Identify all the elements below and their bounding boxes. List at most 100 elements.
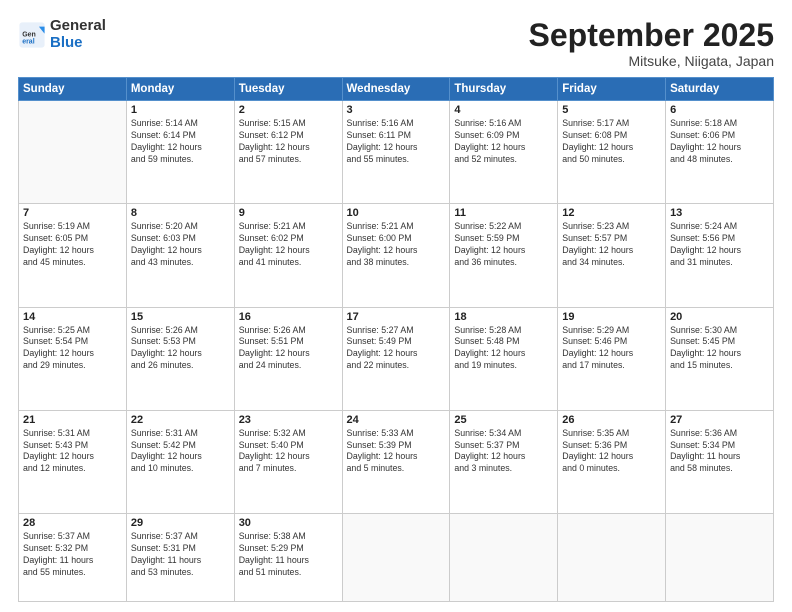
day-info: Sunrise: 5:18 AM Sunset: 6:06 PM Dayligh… — [670, 118, 769, 166]
day-info: Sunrise: 5:34 AM Sunset: 5:37 PM Dayligh… — [454, 428, 553, 476]
day-number: 16 — [239, 311, 338, 323]
logo-icon: Gen eral — [18, 21, 46, 49]
day-info: Sunrise: 5:38 AM Sunset: 5:29 PM Dayligh… — [239, 531, 338, 579]
week-row-5: 28 Sunrise: 5:37 AM Sunset: 5:32 PM Dayli… — [19, 513, 774, 601]
calendar-cell-w2-d5: 12Sunrise: 5:23 AM Sunset: 5:57 PM Dayli… — [558, 204, 666, 307]
header-saturday: Saturday — [666, 78, 774, 101]
day-number: 17 — [347, 311, 446, 323]
day-number: 5 — [562, 104, 661, 116]
day-info: Sunrise: 5:14 AM Sunset: 6:14 PM Dayligh… — [131, 118, 230, 166]
header-tuesday: Tuesday — [234, 78, 342, 101]
logo: Gen eral General Blue — [18, 18, 106, 51]
day-info: Sunrise: 5:15 AM Sunset: 6:12 PM Dayligh… — [239, 118, 338, 166]
day-info: Sunrise: 5:17 AM Sunset: 6:08 PM Dayligh… — [562, 118, 661, 166]
day-number: 6 — [670, 104, 769, 116]
calendar-cell-w1-d3: 3Sunrise: 5:16 AM Sunset: 6:11 PM Daylig… — [342, 101, 450, 204]
calendar-cell-w2-d4: 11 Sunrise: 5:22 AM Sunset: 5:59 PM Dayli… — [450, 204, 558, 307]
calendar-cell-w3-d6: 20 Sunrise: 5:30 AM Sunset: 5:45 PM Dayli… — [666, 307, 774, 410]
day-info: Sunrise: 5:35 AM Sunset: 5:36 PM Dayligh… — [562, 428, 661, 476]
month-title: September 2025 — [529, 18, 774, 53]
calendar-cell-w1-d0 — [19, 101, 127, 204]
calendar-cell-w4-d0: 21 Sunrise: 5:31 AM Sunset: 5:43 PM Dayli… — [19, 410, 127, 513]
day-number: 21 — [23, 414, 122, 426]
calendar-cell-w4-d2: 23 Sunrise: 5:32 AM Sunset: 5:40 PM Dayli… — [234, 410, 342, 513]
calendar-cell-w2-d3: 10Sunrise: 5:21 AM Sunset: 6:00 PM Dayli… — [342, 204, 450, 307]
calendar-cell-w3-d5: 19 Sunrise: 5:29 AM Sunset: 5:46 PM Dayli… — [558, 307, 666, 410]
day-number: 8 — [131, 207, 230, 219]
day-info: Sunrise: 5:25 AM Sunset: 5:54 PM Dayligh… — [23, 325, 122, 373]
calendar-cell-w5-d4 — [450, 513, 558, 601]
day-info: Sunrise: 5:37 AM Sunset: 5:31 PM Dayligh… — [131, 531, 230, 579]
week-row-2: 7Sunrise: 5:19 AM Sunset: 6:05 PM Daylig… — [19, 204, 774, 307]
day-info: Sunrise: 5:28 AM Sunset: 5:48 PM Dayligh… — [454, 325, 553, 373]
day-info: Sunrise: 5:29 AM Sunset: 5:46 PM Dayligh… — [562, 325, 661, 373]
header-friday: Friday — [558, 78, 666, 101]
day-info: Sunrise: 5:36 AM Sunset: 5:34 PM Dayligh… — [670, 428, 769, 476]
day-info: Sunrise: 5:16 AM Sunset: 6:11 PM Dayligh… — [347, 118, 446, 166]
day-info: Sunrise: 5:30 AM Sunset: 5:45 PM Dayligh… — [670, 325, 769, 373]
day-number: 23 — [239, 414, 338, 426]
day-info: Sunrise: 5:21 AM Sunset: 6:00 PM Dayligh… — [347, 221, 446, 269]
calendar-cell-w5-d2: 30 Sunrise: 5:38 AM Sunset: 5:29 PM Dayli… — [234, 513, 342, 601]
day-info: Sunrise: 5:23 AM Sunset: 5:57 PM Dayligh… — [562, 221, 661, 269]
day-number: 4 — [454, 104, 553, 116]
day-info: Sunrise: 5:22 AM Sunset: 5:59 PM Dayligh… — [454, 221, 553, 269]
calendar-cell-w1-d4: 4 Sunrise: 5:16 AM Sunset: 6:09 PM Daylig… — [450, 101, 558, 204]
calendar-cell-w3-d1: 15 Sunrise: 5:26 AM Sunset: 5:53 PM Dayli… — [126, 307, 234, 410]
calendar-cell-w5-d6 — [666, 513, 774, 601]
day-number: 30 — [239, 517, 338, 529]
day-number: 19 — [562, 311, 661, 323]
calendar-cell-w1-d1: 1 Sunrise: 5:14 AM Sunset: 6:14 PM Daylig… — [126, 101, 234, 204]
calendar-cell-w2-d0: 7Sunrise: 5:19 AM Sunset: 6:05 PM Daylig… — [19, 204, 127, 307]
day-number: 20 — [670, 311, 769, 323]
day-number: 11 — [454, 207, 553, 219]
calendar-cell-w3-d4: 18 Sunrise: 5:28 AM Sunset: 5:48 PM Dayli… — [450, 307, 558, 410]
calendar-cell-w4-d6: 27 Sunrise: 5:36 AM Sunset: 5:34 PM Dayli… — [666, 410, 774, 513]
logo-blue-text: Blue — [50, 35, 106, 52]
day-number: 22 — [131, 414, 230, 426]
day-number: 27 — [670, 414, 769, 426]
title-block: September 2025 Mitsuke, Niigata, Japan — [529, 18, 774, 69]
day-info: Sunrise: 5:20 AM Sunset: 6:03 PM Dayligh… — [131, 221, 230, 269]
day-info: Sunrise: 5:31 AM Sunset: 5:43 PM Dayligh… — [23, 428, 122, 476]
header-monday: Monday — [126, 78, 234, 101]
day-number: 25 — [454, 414, 553, 426]
day-info: Sunrise: 5:33 AM Sunset: 5:39 PM Dayligh… — [347, 428, 446, 476]
day-info: Sunrise: 5:26 AM Sunset: 5:53 PM Dayligh… — [131, 325, 230, 373]
calendar-cell-w1-d2: 2 Sunrise: 5:15 AM Sunset: 6:12 PM Daylig… — [234, 101, 342, 204]
week-row-1: 1 Sunrise: 5:14 AM Sunset: 6:14 PM Daylig… — [19, 101, 774, 204]
day-info: Sunrise: 5:37 AM Sunset: 5:32 PM Dayligh… — [23, 531, 122, 579]
day-number: 9 — [239, 207, 338, 219]
day-number: 24 — [347, 414, 446, 426]
logo-general-text: General — [50, 18, 106, 35]
day-number: 2 — [239, 104, 338, 116]
calendar-cell-w1-d6: 6 Sunrise: 5:18 AM Sunset: 6:06 PM Daylig… — [666, 101, 774, 204]
week-row-4: 21 Sunrise: 5:31 AM Sunset: 5:43 PM Dayli… — [19, 410, 774, 513]
day-info: Sunrise: 5:26 AM Sunset: 5:51 PM Dayligh… — [239, 325, 338, 373]
day-number: 1 — [131, 104, 230, 116]
svg-text:eral: eral — [22, 38, 35, 45]
calendar-cell-w5-d5 — [558, 513, 666, 601]
day-info: Sunrise: 5:32 AM Sunset: 5:40 PM Dayligh… — [239, 428, 338, 476]
calendar-cell-w5-d3 — [342, 513, 450, 601]
day-info: Sunrise: 5:16 AM Sunset: 6:09 PM Dayligh… — [454, 118, 553, 166]
header-sunday: Sunday — [19, 78, 127, 101]
weekday-header-row: Sunday Monday Tuesday Wednesday Thursday… — [19, 78, 774, 101]
day-number: 18 — [454, 311, 553, 323]
day-number: 13 — [670, 207, 769, 219]
calendar-cell-w2-d2: 9 Sunrise: 5:21 AM Sunset: 6:02 PM Daylig… — [234, 204, 342, 307]
header-thursday: Thursday — [450, 78, 558, 101]
calendar-cell-w2-d6: 13 Sunrise: 5:24 AM Sunset: 5:56 PM Dayli… — [666, 204, 774, 307]
day-info: Sunrise: 5:31 AM Sunset: 5:42 PM Dayligh… — [131, 428, 230, 476]
calendar-cell-w3-d0: 14Sunrise: 5:25 AM Sunset: 5:54 PM Dayli… — [19, 307, 127, 410]
calendar-cell-w2-d1: 8 Sunrise: 5:20 AM Sunset: 6:03 PM Daylig… — [126, 204, 234, 307]
calendar-cell-w4-d5: 26Sunrise: 5:35 AM Sunset: 5:36 PM Dayli… — [558, 410, 666, 513]
calendar-cell-w4-d1: 22 Sunrise: 5:31 AM Sunset: 5:42 PM Dayli… — [126, 410, 234, 513]
day-info: Sunrise: 5:19 AM Sunset: 6:05 PM Dayligh… — [23, 221, 122, 269]
calendar-cell-w4-d4: 25 Sunrise: 5:34 AM Sunset: 5:37 PM Dayli… — [450, 410, 558, 513]
day-info: Sunrise: 5:27 AM Sunset: 5:49 PM Dayligh… — [347, 325, 446, 373]
day-number: 28 — [23, 517, 122, 529]
day-number: 15 — [131, 311, 230, 323]
day-info: Sunrise: 5:24 AM Sunset: 5:56 PM Dayligh… — [670, 221, 769, 269]
day-info: Sunrise: 5:21 AM Sunset: 6:02 PM Dayligh… — [239, 221, 338, 269]
